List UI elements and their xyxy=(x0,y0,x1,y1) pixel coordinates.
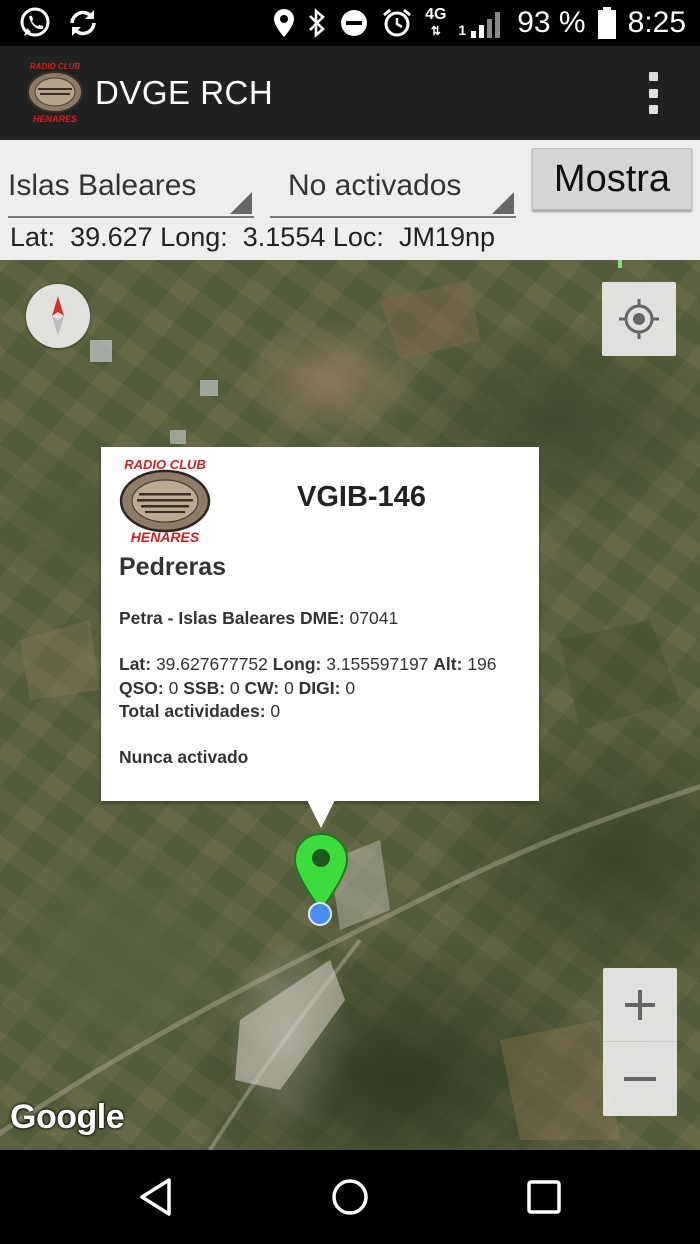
location-icon xyxy=(274,9,295,37)
dme-value: 07041 xyxy=(349,608,399,628)
signal-icon: 1 xyxy=(458,8,505,38)
lat-value: 39.627677752 xyxy=(155,654,268,675)
loc-value: JM19np xyxy=(398,222,495,252)
navigation-bar xyxy=(0,1150,700,1244)
back-icon[interactable] xyxy=(136,1176,176,1218)
my-location-icon[interactable] xyxy=(602,282,676,356)
vertex-details: Petra - Islas Baleares DME: 07041 Lat: 3… xyxy=(119,607,529,769)
ssb-label: SSB: xyxy=(183,677,226,698)
dnd-icon xyxy=(341,10,368,36)
recents-icon[interactable] xyxy=(526,1179,562,1215)
map-view[interactable]: Google RADIO CLUB HENARES VGIB-146 Pedre… xyxy=(0,260,700,1150)
alt-value: 196 xyxy=(467,654,497,675)
filter-bar: Islas Baleares No activados Mostra Lat: … xyxy=(0,140,700,260)
digi-label: DIGI: xyxy=(298,677,341,698)
long-label: Long: xyxy=(272,654,322,675)
alarm-icon xyxy=(383,8,412,37)
lat-value: 39.627 xyxy=(70,222,153,252)
app-title: DVGE RCH xyxy=(95,74,274,111)
home-icon[interactable] xyxy=(330,1177,370,1217)
ssb-value: 0 xyxy=(229,677,240,698)
loc-label: Loc: xyxy=(332,222,384,252)
dropdown-arrow-icon xyxy=(492,192,514,214)
zoom-out-icon[interactable] xyxy=(603,1042,677,1116)
google-attribution: Google xyxy=(10,1098,125,1136)
status-bar: 4G ⇅ 1 93 % 8:25 xyxy=(0,0,700,46)
network-type: 4G ⇅ xyxy=(425,6,447,39)
marker-info-window[interactable]: RADIO CLUB HENARES VGIB-146 Pedreras Pet… xyxy=(101,447,539,801)
vertex-code: VGIB-146 xyxy=(297,481,426,513)
long-value: 3.1554 xyxy=(242,222,326,252)
qso-value: 0 xyxy=(168,677,179,698)
region-spinner[interactable]: Islas Baleares xyxy=(8,166,254,218)
status-spinner-value: No activados xyxy=(288,169,462,202)
battery-icon xyxy=(597,7,616,39)
sync-icon xyxy=(70,10,96,36)
total-value: 0 xyxy=(270,700,281,721)
alt-label: Alt: xyxy=(433,654,463,675)
whatsapp-icon xyxy=(20,7,50,37)
svg-text:HENARES: HENARES xyxy=(33,114,77,124)
network-label: 4G xyxy=(425,6,447,23)
map-marker-icon[interactable] xyxy=(293,832,349,912)
region-spinner-value: Islas Baleares xyxy=(8,169,197,202)
cw-value: 0 xyxy=(284,677,294,698)
mostra-button[interactable]: Mostra xyxy=(532,148,692,210)
lat-label: Lat: xyxy=(10,222,56,252)
qso-label: QSO: xyxy=(119,677,164,698)
coordinates-readout: Lat: 39.627 Long: 3.1554 Loc: JM19np xyxy=(10,222,495,253)
zoom-controls xyxy=(603,968,677,1116)
bluetooth-icon xyxy=(309,8,325,38)
info-window-pointer xyxy=(307,800,335,828)
status-spinner[interactable]: No activados xyxy=(270,166,516,218)
dropdown-arrow-icon xyxy=(230,192,252,214)
compass-icon[interactable] xyxy=(26,284,90,348)
lat-label: Lat: xyxy=(119,654,152,675)
radio-club-henares-logo: RADIO CLUB HENARES xyxy=(27,62,83,124)
place-label: Petra - Islas Baleares DME: xyxy=(119,608,345,628)
zoom-in-icon[interactable] xyxy=(603,968,677,1042)
total-label: Total actividades: xyxy=(119,700,266,721)
clock: 8:25 xyxy=(627,6,686,39)
svg-text:RADIO CLUB: RADIO CLUB xyxy=(30,62,80,71)
vertex-name: Pedreras xyxy=(119,553,227,581)
app-bar: RADIO CLUB HENARES DVGE RCH xyxy=(0,46,700,140)
digi-value: 0 xyxy=(345,677,356,698)
sim-label: 1 xyxy=(458,22,467,38)
long-value: 3.155597197 xyxy=(326,654,429,675)
activation-status: Nunca activado xyxy=(119,747,249,768)
radio-club-henares-logo: RADIO CLUB HENARES xyxy=(119,457,211,545)
battery-percent: 93 % xyxy=(517,6,586,39)
my-location-dot xyxy=(308,902,332,926)
long-label: Long: xyxy=(160,222,228,252)
overflow-menu-icon[interactable] xyxy=(646,72,660,114)
svg-text:HENARES: HENARES xyxy=(131,529,200,545)
cw-label: CW: xyxy=(244,677,280,698)
